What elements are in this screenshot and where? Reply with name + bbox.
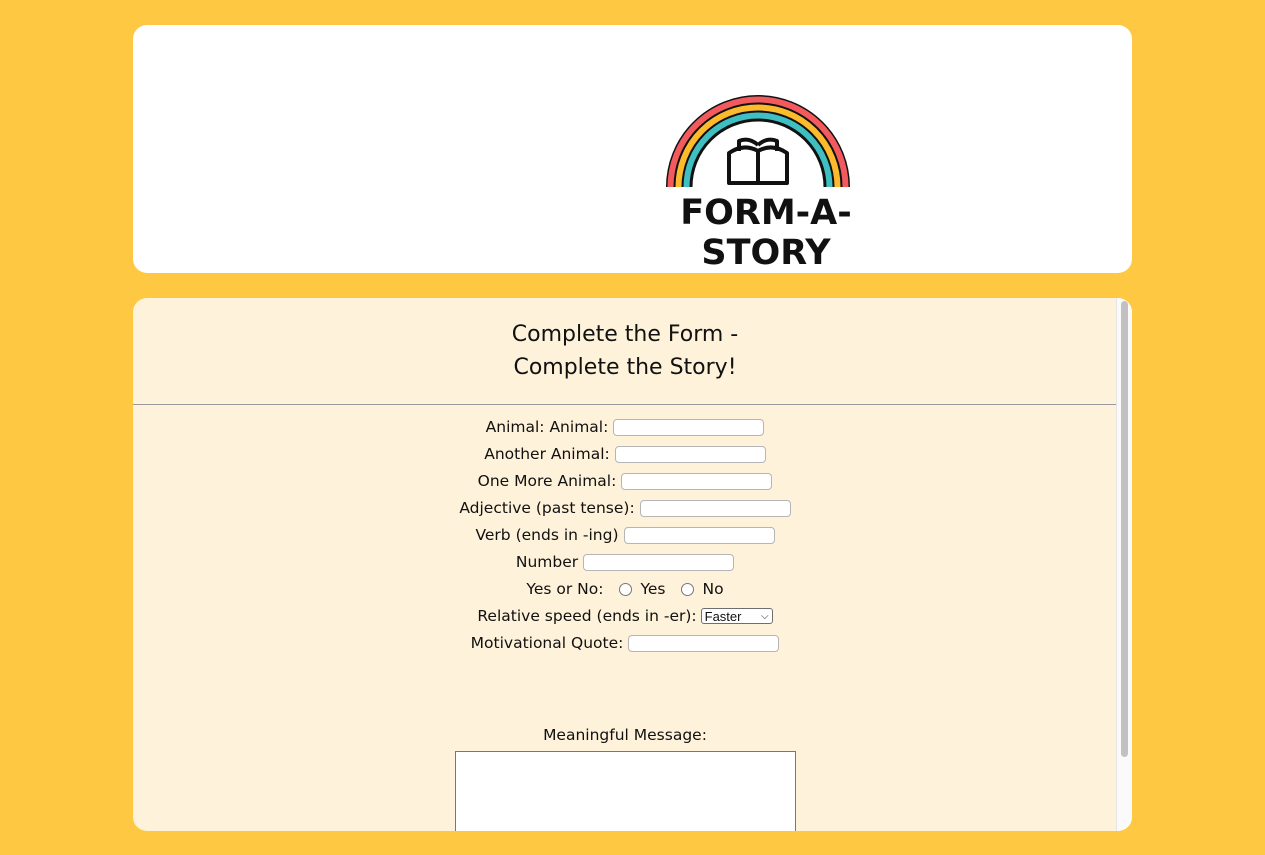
form-title-line-2: Complete the Story! — [513, 355, 737, 380]
relative-speed-select[interactable]: Faster ⌵ — [700, 608, 773, 624]
header-card: FORM-A-STORY — [133, 25, 1132, 273]
form-title: Complete the Form - Complete the Story! — [133, 318, 1117, 384]
number-label: Number — [515, 553, 579, 571]
motivational-quote-input[interactable] — [628, 634, 780, 652]
another-animal-input[interactable] — [614, 445, 766, 463]
another-animal-row: Another Animal: — [133, 443, 1117, 465]
number-row: Number — [133, 551, 1117, 573]
relative-speed-label: Relative speed (ends in -er): — [477, 607, 697, 625]
no-radio-label: No — [702, 580, 724, 598]
yes-radio-label: Yes — [640, 580, 666, 598]
form-card: Complete the Form - Complete the Story! … — [133, 298, 1132, 831]
motivational-quote-label: Motivational Quote: — [470, 634, 624, 652]
one-more-animal-row: One More Animal: — [133, 470, 1117, 492]
form-a-story-logo: FORM-A-STORY — [618, 93, 914, 273]
relative-speed-row: Relative speed (ends in -er): Faster ⌵ — [133, 605, 1117, 627]
form-title-line-1: Complete the Form - — [511, 322, 739, 347]
another-animal-label: Another Animal: — [484, 445, 610, 463]
relative-speed-selected: Faster — [704, 608, 742, 624]
motivational-quote-row: Motivational Quote: — [133, 632, 1117, 654]
one-more-animal-input[interactable] — [621, 472, 773, 490]
adjective-row: Adjective (past tense): — [133, 497, 1117, 519]
verb-input[interactable] — [623, 526, 775, 544]
animal-label: Animal: Animal: — [485, 418, 609, 436]
adjective-label: Adjective (past tense): — [459, 499, 635, 517]
one-more-animal-label: One More Animal: — [477, 472, 617, 490]
meaningful-message-label: Meaningful Message: — [543, 726, 707, 744]
verb-label: Verb (ends in -ing) — [475, 526, 619, 544]
yes-no-row: Yes or No: Yes No — [133, 578, 1117, 600]
meaningful-message-textarea[interactable] — [455, 751, 796, 831]
scrollbar-thumb[interactable] — [1121, 301, 1128, 757]
chevron-down-icon: ⌵ — [761, 610, 769, 622]
animal-row: Animal: Animal: — [133, 416, 1117, 438]
divider — [133, 404, 1117, 405]
animal-input[interactable] — [613, 418, 765, 436]
yes-no-label: Yes or No: — [526, 580, 604, 598]
rainbow-book-icon — [666, 95, 850, 188]
logo-text: FORM-A-STORY — [680, 193, 852, 273]
adjective-input[interactable] — [639, 499, 791, 517]
no-radio[interactable] — [681, 582, 695, 596]
yes-radio[interactable] — [619, 582, 633, 596]
number-input[interactable] — [583, 553, 735, 571]
scrollbar[interactable] — [1116, 298, 1132, 831]
verb-row: Verb (ends in -ing) — [133, 524, 1117, 546]
